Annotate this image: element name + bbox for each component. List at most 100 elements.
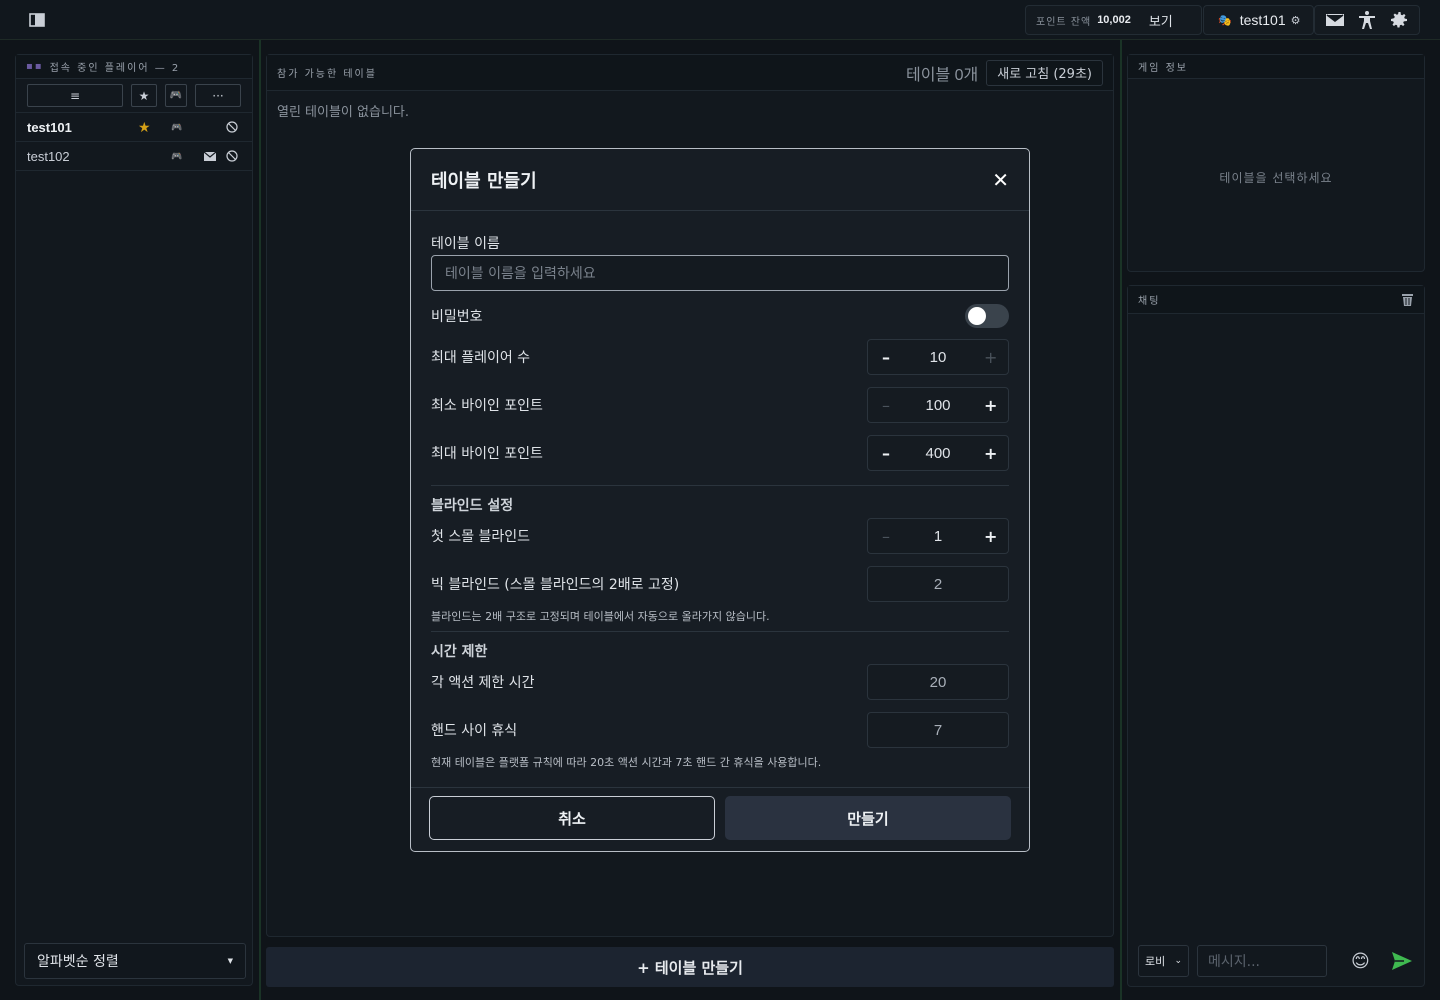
points-label: 포인트 잔액	[1036, 16, 1092, 28]
door-icon[interactable]	[28, 11, 46, 29]
min-buyin-label: 최소 바이인 포인트	[431, 398, 543, 414]
small-blind-label: 첫 스몰 블라인드	[431, 529, 531, 545]
top-icons	[1314, 5, 1420, 35]
hand-break-value: 7	[867, 712, 1009, 748]
max-buyin-row: 최대 바이인 포인트 – 400 +	[431, 435, 1009, 471]
modal-title: 테이블 만들기	[431, 170, 537, 192]
min-buyin-stepper: – 100 +	[867, 387, 1009, 423]
max-buyin-value[interactable]: 400	[925, 445, 950, 462]
mail-icon[interactable]	[1325, 10, 1345, 30]
chat-input-bar: 로비 ⌄ 메시지... 😊	[1138, 944, 1414, 978]
filter-more-button[interactable]: ···	[195, 84, 241, 107]
password-label: 비밀번호	[431, 309, 483, 325]
tables-title: 참가 가능한 테이블	[277, 69, 377, 80]
chat-input[interactable]: 메시지...	[1197, 945, 1327, 977]
filter-all-button[interactable]: ≡	[27, 84, 123, 107]
game-info-empty: 테이블을 선택하세요	[1219, 171, 1333, 185]
small-blind-stepper: – 1 +	[867, 518, 1009, 554]
max-players-stepper: – 10 +	[867, 339, 1009, 375]
players-icon: ▪▪	[26, 61, 44, 72]
send-icon[interactable]	[1391, 952, 1412, 970]
empty-tables-message: 열린 테이블이 없습니다.	[277, 105, 409, 120]
trash-icon[interactable]	[1401, 293, 1414, 306]
gear-icon[interactable]	[1389, 10, 1409, 30]
time-note: 현재 테이블은 플랫폼 규칙에 따라 20초 액션 시간과 7초 핸드 간 휴식…	[431, 756, 822, 769]
table-name-label: 테이블 이름	[431, 236, 500, 252]
cancel-button[interactable]: 취소	[429, 796, 715, 840]
game-info-title: 게임 정보	[1128, 55, 1424, 79]
filter-favorites-button[interactable]: ★	[131, 84, 157, 107]
divider	[259, 40, 261, 1000]
user-menu[interactable]: 🎭 test101 ⚙	[1203, 5, 1314, 35]
max-players-value[interactable]: 10	[930, 349, 947, 366]
create-table-button[interactable]: + 테이블 만들기	[266, 947, 1114, 987]
decrement-button[interactable]: –	[880, 444, 892, 463]
close-icon[interactable]: ✕	[992, 168, 1009, 192]
tables-header: 참가 가능한 테이블 테이블 0개 새로 고침 (29초)	[267, 55, 1113, 91]
table-name-input[interactable]: 테이블 이름을 입력하세요	[431, 255, 1009, 291]
user-gear-icon: ⚙	[1290, 14, 1301, 27]
max-players-label: 최대 플레이어 수	[431, 350, 531, 366]
blind-note: 블라인드는 2배 구조로 고정되며 테이블에서 자동으로 올라가지 않습니다.	[431, 610, 770, 623]
message-icon[interactable]	[204, 151, 216, 161]
block-icon[interactable]	[226, 150, 238, 162]
favorite-star-icon[interactable]: ★	[138, 119, 151, 136]
decrement-button[interactable]: –	[880, 348, 892, 367]
divider	[1120, 40, 1122, 1000]
chat-title: 채팅	[1138, 296, 1161, 307]
emoji-icon[interactable]: 😊	[1351, 951, 1370, 972]
section-divider	[431, 485, 1009, 486]
decrement-button[interactable]: –	[880, 396, 892, 415]
points-value: 10,002	[1097, 14, 1131, 26]
increment-button[interactable]: +	[984, 348, 997, 367]
player-filters: ≡ ★ 🎮 ···	[16, 79, 252, 113]
action-time-label: 각 액션 제한 시간	[431, 675, 535, 691]
filter-playing-button[interactable]: 🎮	[165, 84, 187, 107]
increment-button[interactable]: +	[984, 527, 997, 546]
sort-label: 알파벳순 정렬	[37, 954, 119, 970]
online-players-title: 접속 중인 플레이어 — 2	[49, 63, 181, 74]
block-icon[interactable]	[226, 121, 238, 133]
password-row: 비밀번호	[431, 303, 1009, 329]
password-toggle[interactable]	[965, 304, 1009, 328]
points-balance: 포인트 잔액 10,002 보기	[1025, 5, 1202, 35]
increment-button[interactable]: +	[984, 396, 997, 415]
accessibility-icon[interactable]	[1357, 10, 1377, 30]
small-blind-row: 첫 스몰 블라인드 – 1 +	[431, 518, 1009, 554]
online-players-header: ▪▪ 접속 중인 플레이어 — 2	[16, 55, 252, 79]
max-players-row: 최대 플레이어 수 – 10 +	[431, 339, 1009, 375]
player-name: test101	[27, 119, 72, 135]
hand-break-row: 핸드 사이 휴식 7	[431, 712, 1009, 748]
create-table-modal: 테이블 만들기 ✕ 테이블 이름 테이블 이름을 입력하세요 비밀번호 최대 플…	[410, 148, 1030, 852]
big-blind-row: 빅 블라인드 (스몰 블라인드의 2배로 고정) 2	[431, 566, 1009, 602]
sort-select[interactable]: 알파벳순 정렬 ▼	[24, 943, 246, 979]
big-blind-value: 2	[867, 566, 1009, 602]
max-buyin-stepper: – 400 +	[867, 435, 1009, 471]
view-button[interactable]: 보기	[1149, 11, 1173, 30]
gamepad-icon: 🎮	[171, 150, 183, 161]
create-button[interactable]: 만들기	[725, 796, 1011, 840]
decrement-button[interactable]: –	[880, 527, 892, 546]
caret-down-icon: ▼	[227, 957, 233, 965]
small-blind-value[interactable]: 1	[934, 528, 942, 545]
increment-button[interactable]: +	[984, 444, 997, 463]
hand-break-label: 핸드 사이 휴식	[431, 723, 518, 739]
max-buyin-label: 최대 바이인 포인트	[431, 446, 543, 462]
player-row[interactable]: test102 🎮	[16, 142, 252, 171]
modal-footer: 취소 만들기	[411, 787, 1029, 851]
time-section-title: 시간 제한	[431, 644, 488, 660]
min-buyin-value[interactable]: 100	[925, 397, 950, 414]
section-divider	[431, 631, 1009, 632]
min-buyin-row: 최소 바이인 포인트 – 100 +	[431, 387, 1009, 423]
gamepad-icon: 🎮	[171, 121, 183, 132]
modal-header: 테이블 만들기 ✕	[411, 149, 1029, 211]
player-row[interactable]: test101 ★ 🎮	[16, 113, 252, 142]
blind-section-title: 블라인드 설정	[431, 498, 514, 514]
chat-channel-select[interactable]: 로비 ⌄	[1138, 945, 1189, 977]
chat-panel: 채팅 로비 ⌄ 메시지... 😊	[1127, 285, 1425, 987]
refresh-button[interactable]: 새로 고침 (29초)	[986, 59, 1103, 86]
toggle-knob	[968, 307, 986, 325]
theater-mask-icon: 🎭	[1218, 14, 1232, 27]
game-info-panel: 게임 정보 테이블을 선택하세요	[1127, 54, 1425, 272]
username: test101	[1239, 12, 1286, 28]
